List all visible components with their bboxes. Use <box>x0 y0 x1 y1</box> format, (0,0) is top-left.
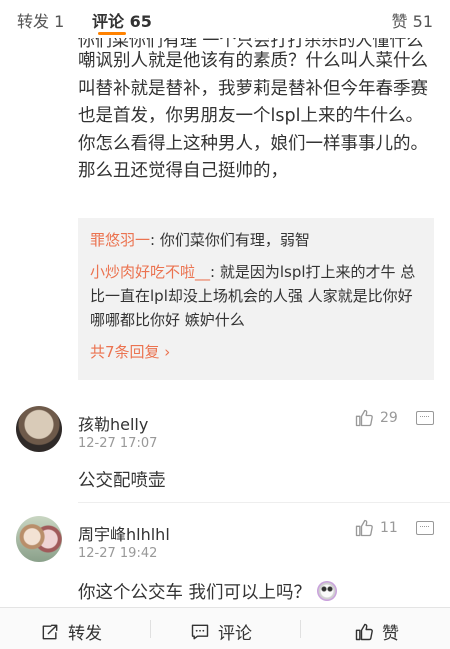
tab-like[interactable]: 赞 51 <box>392 8 433 32</box>
separator <box>300 620 301 638</box>
comment-text: 公交配喷壶 <box>78 471 166 491</box>
main-comment-text: 嘲讽别人就是他该有的素质？什么叫人菜什么叫替补就是替补，我萝莉是替补但今年春季赛… <box>78 51 428 181</box>
reply-author[interactable]: 罪悠羽一 <box>90 231 150 249</box>
divider <box>78 502 450 503</box>
comment-time: 12-27 19:42 <box>78 546 158 561</box>
thumbs-up-icon <box>354 408 374 428</box>
comment-label: 评论 <box>218 624 252 644</box>
tab-bar: 转发 1 评论 65 赞 51 <box>0 0 450 36</box>
comment-button[interactable]: 评论 <box>190 619 252 644</box>
more-icon[interactable] <box>416 411 434 425</box>
emoji-icon <box>317 581 338 601</box>
reply-item: 小炒肉好吃不啦__: 就是因为lspl打上来的才牛 总比一直在lpl却没上场机会… <box>90 260 422 332</box>
like-label: 赞 <box>382 624 399 644</box>
bottom-action-bar: 转发 评论 赞 <box>0 607 450 649</box>
replies-box: 罪悠羽一: 你们菜你们有理，弱智 小炒肉好吃不啦__: 就是因为lspl打上来的… <box>78 218 434 380</box>
avatar[interactable] <box>16 406 62 452</box>
like-button[interactable]: 29 <box>354 408 398 428</box>
like-post-button[interactable]: 赞 <box>354 619 399 644</box>
comment-author[interactable]: 孩勒helly <box>78 411 148 435</box>
reply-separator: : <box>150 231 160 249</box>
thumbs-up-icon <box>354 518 374 538</box>
tab-active-indicator <box>98 32 126 35</box>
repost-icon <box>40 622 60 642</box>
like-button[interactable]: 11 <box>354 518 398 538</box>
tab-comment[interactable]: 评论 65 <box>92 8 152 32</box>
avatar[interactable] <box>16 516 62 562</box>
reply-separator: : <box>210 263 220 281</box>
comment-text: 你这个公交车 我们可以上吗？ <box>78 579 338 604</box>
tab-repost[interactable]: 转发 1 <box>17 8 64 32</box>
more-replies-link[interactable]: 共7条回复 › <box>90 340 422 364</box>
reply-text: 你们菜你们有理，弱智 <box>159 231 310 249</box>
comment-author[interactable]: 周宇峰hlhlhl <box>78 521 170 545</box>
comment-time: 12-27 17:07 <box>78 436 158 451</box>
thumbs-up-icon <box>354 622 374 642</box>
more-icon[interactable] <box>416 521 434 535</box>
like-count: 29 <box>380 410 398 426</box>
like-count: 11 <box>380 520 398 536</box>
comment-text-content: 你这个公交车 我们可以上吗？ <box>78 583 312 603</box>
comment-icon <box>190 622 210 642</box>
reply-author[interactable]: 小炒肉好吃不啦__ <box>90 263 210 281</box>
reply-item: 罪悠羽一: 你们菜你们有理，弱智 <box>90 228 422 252</box>
separator <box>150 620 151 638</box>
repost-button[interactable]: 转发 <box>40 619 102 644</box>
repost-label: 转发 <box>68 624 102 644</box>
